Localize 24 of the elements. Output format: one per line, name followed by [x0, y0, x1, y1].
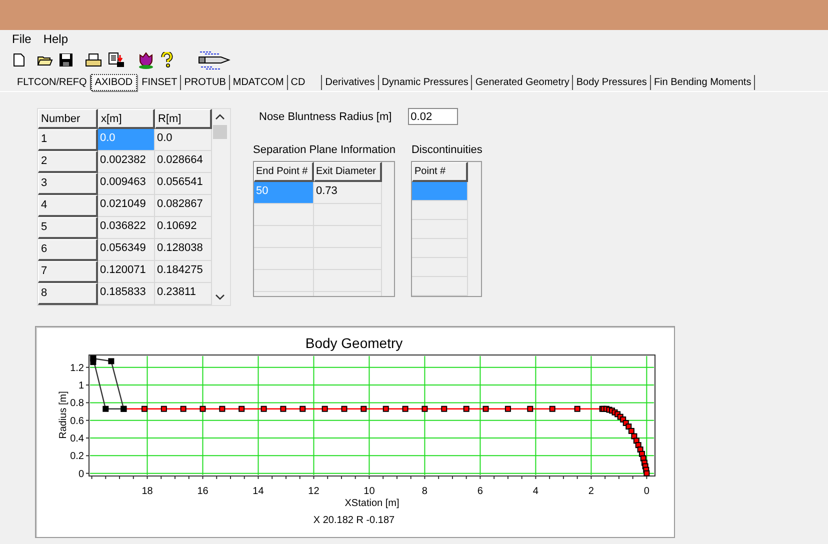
y-tick-label: 0.4	[70, 434, 84, 445]
x-tick-label: 16	[197, 486, 208, 497]
x-tick-label: 12	[308, 486, 320, 497]
y-tick-label: 0.2	[70, 451, 84, 462]
y-axis-title: Radius [m]	[58, 391, 69, 439]
section-title: Separation Plane Information	[253, 144, 396, 156]
x-tick-label: 2	[588, 486, 594, 497]
x-axis-title: XStation [m]	[344, 498, 400, 509]
x-tick-label: 8	[422, 486, 428, 497]
y-tick-label: 0.8	[70, 398, 84, 410]
y-tick-label: 0.6	[70, 416, 84, 427]
chart-title: Body Geometry	[305, 335, 403, 351]
x-tick-label: 6	[477, 486, 483, 497]
y-tick-label: 1.2	[70, 362, 84, 374]
x-tick-label: 18	[142, 486, 153, 497]
x-tick-label: 14	[252, 486, 264, 497]
x-tick-label: 10	[364, 486, 375, 497]
y-tick-label: 1	[78, 380, 84, 392]
x-tick-label: 0	[644, 486, 650, 497]
section-title: Discontinuities	[411, 144, 482, 156]
cursor-readout: X 20.182 R -0.187	[313, 515, 395, 526]
field-label: Nose Bluntness Radius [m]	[259, 110, 392, 122]
x-tick-label: 4	[532, 486, 538, 497]
y-tick-label: 0	[78, 468, 84, 480]
